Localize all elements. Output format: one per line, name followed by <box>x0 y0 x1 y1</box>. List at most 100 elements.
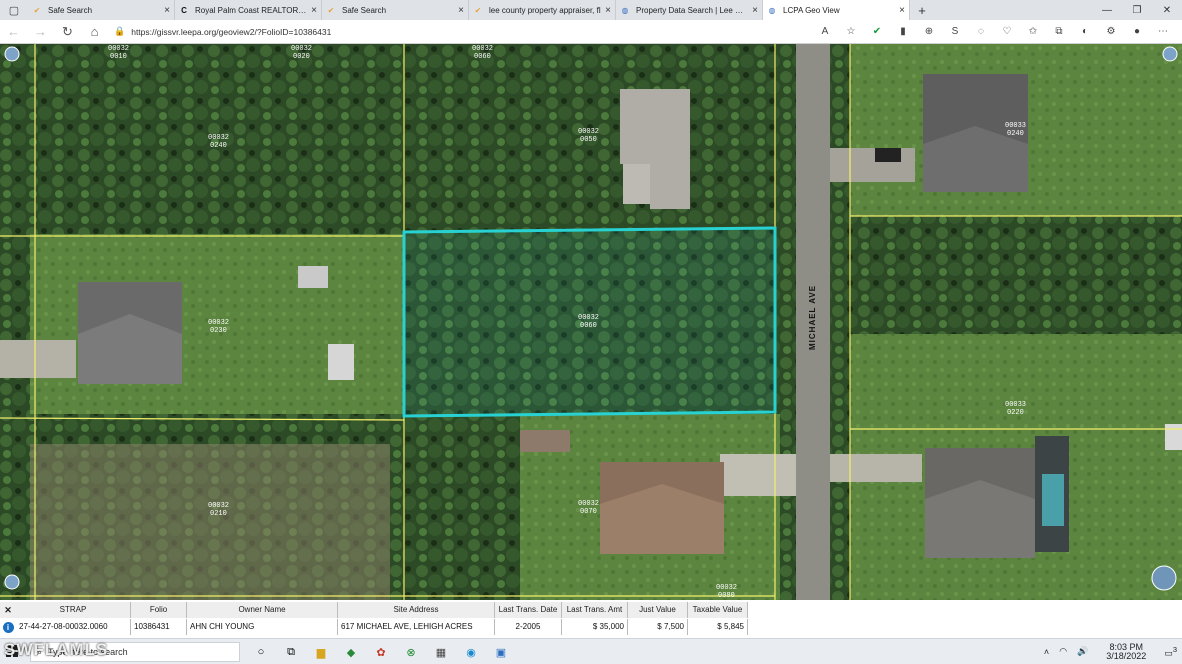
tab-safe-search-2[interactable]: ✔ Safe Search × <box>322 0 469 20</box>
selected-parcel-label-line1: 00032 <box>578 314 599 322</box>
close-tab-icon[interactable]: × <box>605 5 611 16</box>
parcel-label-line1: 00032 <box>472 45 493 53</box>
new-tab-button[interactable]: + <box>910 0 934 20</box>
close-tab-icon[interactable]: × <box>899 5 905 16</box>
calculator-icon[interactable]: ▦ <box>426 642 456 662</box>
url-field[interactable]: 🔒 https://gissvr.leepa.org/geoview2/?Fol… <box>114 23 812 41</box>
extension-s-icon[interactable]: S <box>942 26 968 37</box>
refresh-icon[interactable]: ↻ <box>54 24 81 40</box>
close-tab-icon[interactable]: × <box>752 5 758 16</box>
parcel-label-line1: 00032 <box>578 128 599 136</box>
col-header-strap[interactable]: STRAP <box>16 602 131 618</box>
more-menu-icon[interactable]: ⋯ <box>1150 26 1176 37</box>
parcel-label-line2: 0210 <box>210 510 227 518</box>
globe-icon: ◍ <box>621 5 629 15</box>
close-grid-icon[interactable]: ✕ <box>0 602 16 618</box>
tab-title: lee county property appraiser, fl <box>489 5 601 15</box>
browser-tools: A ☆ ✔ ▮ ⊕ S ◌ ♡ ✩ ⧉ ◐ ⚙ ● ⋯ <box>812 26 1176 37</box>
tab-property-data-search[interactable]: ◍ Property Data Search | Lee Count × <box>616 0 763 20</box>
tab-title: Safe Search <box>342 5 387 15</box>
extension-icon[interactable]: ▮ <box>890 26 916 37</box>
map-tool-icon[interactable] <box>4 46 20 62</box>
parcel-label-line1: 00032 <box>208 134 229 142</box>
parcel-label-line2: 0050 <box>580 136 597 144</box>
tab-title: Property Data Search | Lee Count <box>636 5 749 15</box>
extension-shield-icon[interactable]: ◌ <box>968 26 994 37</box>
task-view-icon[interactable]: ⧉ <box>276 642 306 662</box>
globe-overview-icon[interactable] <box>1151 565 1177 591</box>
c-logo-icon: C <box>181 5 187 15</box>
col-header-taxable-value[interactable]: Taxable Value <box>688 602 748 618</box>
close-window-icon[interactable]: ✕ <box>1152 0 1182 20</box>
forward-icon[interactable]: → <box>27 24 54 39</box>
restore-icon[interactable]: ❐ <box>1122 0 1152 20</box>
tab-actions-icon[interactable]: ▢ <box>0 0 28 20</box>
aerial-map[interactable]: 00032 0010 00032 0020 00032 0060 00032 0… <box>0 44 1182 600</box>
notifications-icon[interactable]: ▭3 <box>1164 645 1177 659</box>
system-tray: ˄ ◠ 🔊 8:03 PM 3/18/2022 ▭3 <box>1039 639 1182 664</box>
add-favorite-icon[interactable]: ☆ <box>838 26 864 37</box>
shed-roof <box>520 430 570 452</box>
clock[interactable]: 8:03 PM 3/18/2022 <box>1101 642 1151 661</box>
tab-royal-palm-coast[interactable]: C Royal Palm Coast REALTOR® Asso × <box>175 0 322 20</box>
tab-lee-county-search[interactable]: ✔ lee county property appraiser, fl × <box>469 0 616 20</box>
read-aloud-icon[interactable]: A <box>812 26 838 37</box>
file-explorer-icon[interactable]: ▆ <box>306 642 336 662</box>
cell-just-value: $ 7,500 <box>628 619 688 635</box>
info-icon[interactable]: i <box>0 619 16 635</box>
col-header-folio[interactable]: Folio <box>131 602 187 618</box>
vehicle <box>875 148 901 162</box>
zoom-icon[interactable]: ⊕ <box>916 26 942 37</box>
xbox-icon[interactable]: ⊗ <box>396 642 426 662</box>
tab-safe-search-1[interactable]: ✔ Safe Search × <box>28 0 175 20</box>
col-header-trans-amt[interactable]: Last Trans. Amt <box>562 602 628 618</box>
pinned-apps: ○ ⧉ ▆ ◆ ✿ ⊗ ▦ ◉ ▣ <box>246 642 516 662</box>
selected-parcel-label-line2: 0060 <box>580 322 597 330</box>
collections-icon[interactable]: ⧉ <box>1046 26 1072 37</box>
app-icon[interactable]: ◆ <box>336 642 366 662</box>
close-tab-icon[interactable]: × <box>458 5 464 16</box>
parcel-label-line1: 00032 <box>578 500 599 508</box>
col-header-trans-date[interactable]: Last Trans. Date <box>495 602 562 618</box>
globe-icon: ◍ <box>768 5 776 15</box>
parcel-label-line2: 0240 <box>210 142 227 150</box>
lock-icon[interactable]: 🔒 <box>114 26 125 37</box>
cortana-icon[interactable]: ○ <box>246 642 276 662</box>
favorites-icon[interactable]: ✩ <box>1020 26 1046 37</box>
parcel-label-line2: 0010 <box>110 53 127 61</box>
col-header-just-value[interactable]: Just Value <box>628 602 688 618</box>
edge-icon[interactable]: ◉ <box>456 642 486 662</box>
cell-owner: AHN CHI YOUNG <box>187 619 338 635</box>
address-toolbar: ← → ↻ ⌂ 🔒 https://gissvr.leepa.org/geovi… <box>0 20 1182 44</box>
parcel-label-line1: 00033 <box>1005 122 1026 130</box>
profile-avatar[interactable]: ● <box>1124 26 1150 37</box>
parcel-label-line2: 0080 <box>718 592 735 600</box>
parcel-label-line1: 00033 <box>1005 401 1026 409</box>
street-label: MICHAEL AVE <box>808 285 817 350</box>
close-tab-icon[interactable]: × <box>164 5 170 16</box>
tab-lcpa-geo-view[interactable]: ◍ LCPA Geo View × <box>763 0 910 20</box>
close-tab-icon[interactable]: × <box>311 5 317 16</box>
app-icon[interactable]: ✿ <box>366 642 396 662</box>
back-icon[interactable]: ← <box>0 24 27 39</box>
parcel-label-line2: 0220 <box>1007 409 1024 417</box>
minimize-icon[interactable]: — <box>1092 0 1122 20</box>
parcel-label-line2: 0230 <box>210 327 227 335</box>
extension-check-icon[interactable]: ✔ <box>864 26 890 37</box>
table-row[interactable]: i 27-44-27-08-00032.0060 10386431 AHN CH… <box>0 619 748 635</box>
browser-essentials-icon[interactable]: ♡ <box>994 26 1020 37</box>
performance-icon[interactable]: ◐ <box>1072 26 1098 37</box>
parcel-label-line2: 0240 <box>1007 130 1024 138</box>
volume-icon[interactable]: 🔊 <box>1077 646 1088 657</box>
parcel-label-line1: 00032 <box>208 502 229 510</box>
map-tool-icon[interactable] <box>1162 46 1178 62</box>
map-canvas[interactable]: 00032 0010 00032 0020 00032 0060 00032 0… <box>0 44 1182 600</box>
col-header-owner[interactable]: Owner Name <box>187 602 338 618</box>
chevron-up-icon[interactable]: ˄ <box>1044 647 1049 657</box>
wifi-icon[interactable]: ◠ <box>1059 646 1067 657</box>
photos-icon[interactable]: ▣ <box>486 642 516 662</box>
extensions-icon[interactable]: ⚙ <box>1098 26 1124 37</box>
col-header-address[interactable]: Site Address <box>338 602 495 618</box>
map-tool-icon[interactable] <box>4 574 20 590</box>
home-icon[interactable]: ⌂ <box>81 24 108 39</box>
